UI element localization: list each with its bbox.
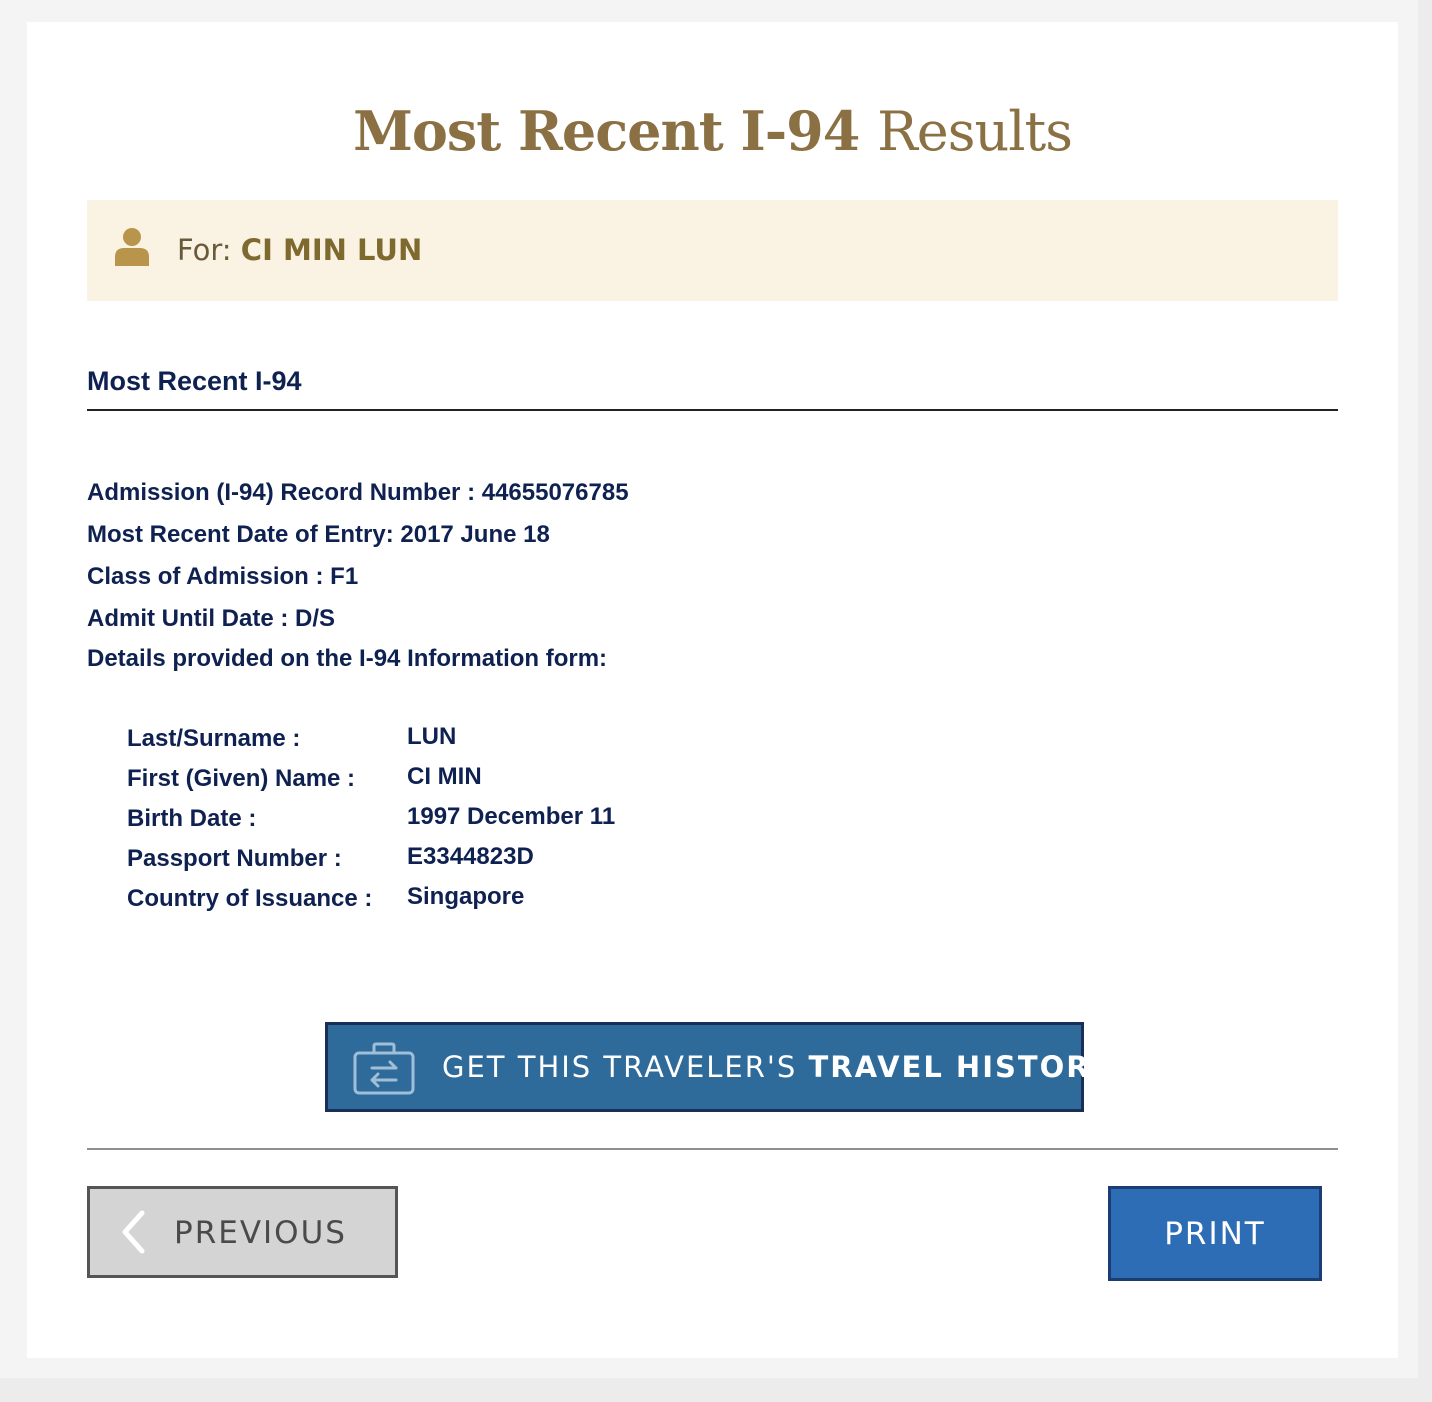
record-number-line: Admission (I-94) Record Number : 4465507…: [87, 479, 629, 506]
details-heading-line: Details provided on the I-94 Information…: [87, 645, 608, 672]
travel-history-button[interactable]: GET THIS TRAVELER'S TRAVEL HISTORY: [325, 1022, 1110, 1112]
previous-button[interactable]: PREVIOUS: [87, 1186, 398, 1278]
chevron-left-icon: [122, 1210, 145, 1254]
detail-label: Birth Date :: [127, 805, 257, 832]
print-button[interactable]: PRINT: [1108, 1186, 1322, 1281]
traveler-banner: For: CI MIN LUN: [87, 200, 1338, 301]
entry-date-line: Most Recent Date of Entry: 2017 June 18: [87, 521, 550, 548]
detail-value: Singapore: [407, 883, 525, 910]
briefcase-transfer-icon: [353, 1042, 415, 1095]
detail-label: First (Given) Name :: [127, 765, 356, 792]
class-of-admission-line: Class of Admission : F1: [87, 563, 359, 590]
detail-value: LUN: [407, 723, 457, 750]
detail-label: Country of Issuance :: [127, 885, 373, 912]
detail-label: Last/Surname :: [127, 725, 301, 752]
travel-history-label: GET THIS TRAVELER'S TRAVEL HISTORY: [442, 1048, 1112, 1086]
travel-history-strong: TRAVEL HISTORY: [808, 1050, 1113, 1084]
for-prefix: For:: [177, 233, 232, 267]
section-title: Most Recent I-94: [87, 366, 302, 396]
admit-until-line: Admit Until Date : D/S: [87, 605, 336, 632]
detail-value: CI MIN: [407, 763, 482, 790]
previous-label: PREVIOUS: [174, 1215, 347, 1251]
person-icon: [115, 228, 149, 266]
detail-value: 1997 December 11: [407, 803, 616, 830]
traveler-label: For: CI MIN LUN: [177, 232, 422, 268]
detail-value: E3344823D: [407, 843, 534, 870]
print-label: PRINT: [1164, 1216, 1266, 1252]
travel-history-prefix: GET THIS TRAVELER'S: [442, 1050, 798, 1084]
title-light: Results: [877, 100, 1073, 163]
page-title: Most Recent I-94 Results: [27, 98, 1398, 165]
page-background: Most Recent I-94 Results For: CI MIN LUN…: [0, 0, 1418, 1378]
section-divider: [87, 409, 1338, 411]
footer-divider: [87, 1148, 1338, 1150]
results-card: Most Recent I-94 Results For: CI MIN LUN…: [27, 22, 1398, 1358]
detail-label: Passport Number :: [127, 845, 342, 872]
traveler-name: CI MIN LUN: [240, 233, 423, 267]
title-bold: Most Recent I-94: [353, 99, 860, 163]
